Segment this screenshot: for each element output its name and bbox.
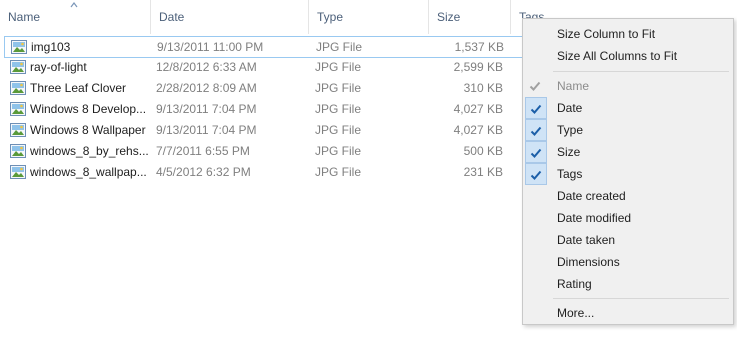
file-name: Windows 8 Develop...	[30, 102, 147, 116]
menu-item-dimensions[interactable]: Dimensions	[523, 251, 733, 273]
column-header-size-label: Size	[437, 10, 461, 24]
checkmark-icon	[525, 75, 547, 97]
file-type: JPG File	[316, 40, 363, 54]
file-type: JPG File	[315, 123, 362, 137]
menu-item-size-all-columns-to-fit[interactable]: Size All Columns to Fit	[523, 45, 733, 67]
column-header-date[interactable]: Date	[151, 0, 309, 34]
file-size: 1,537 KB	[454, 40, 504, 54]
menu-item-size-column-to-fit[interactable]: Size Column to Fit	[523, 23, 733, 45]
menu-item-date-created[interactable]: Date created	[523, 185, 733, 207]
file-type: JPG File	[315, 165, 362, 179]
file-size: 231 KB	[463, 165, 503, 179]
file-row[interactable]: windows_8_by_rehs... 7/7/2011 6:55 PM JP…	[4, 141, 524, 163]
checkmark-icon	[525, 119, 547, 141]
column-header-size[interactable]: Size	[429, 0, 511, 34]
file-type: JPG File	[315, 60, 362, 74]
menu-item-more[interactable]: More...	[523, 302, 733, 324]
checkmark-icon	[525, 97, 547, 119]
menu-item-label: Tags	[557, 167, 583, 181]
file-row[interactable]: img103 9/13/2011 11:00 PM JPG File 1,537…	[4, 36, 524, 58]
file-size: 4,027 KB	[453, 102, 503, 116]
sort-ascending-icon	[70, 1, 78, 8]
menu-item-date[interactable]: Date	[523, 97, 733, 119]
menu-item-date-modified[interactable]: Date modified	[523, 207, 733, 229]
menu-item-label: Dimensions	[557, 255, 620, 269]
menu-item-tags[interactable]: Tags	[523, 163, 733, 185]
file-row[interactable]: ray-of-light 12/8/2012 6:33 AM JPG File …	[4, 57, 524, 79]
menu-item-type[interactable]: Type	[523, 119, 733, 141]
checkmark-icon	[525, 163, 547, 185]
menu-item-label: Size All Columns to Fit	[557, 49, 678, 63]
menu-item-label: Name	[557, 79, 590, 93]
jpg-image-icon	[10, 165, 26, 179]
menu-item-label: Date modified	[557, 211, 632, 225]
file-date: 9/13/2011 7:04 PM	[156, 102, 257, 116]
menu-item-label: Date	[557, 101, 583, 115]
column-context-menu: Size Column to Fit Size All Columns to F…	[522, 18, 734, 325]
file-size: 310 KB	[463, 81, 503, 95]
file-name: img103	[31, 40, 71, 54]
file-size: 2,599 KB	[453, 60, 503, 74]
file-date: 9/13/2011 11:00 PM	[157, 40, 264, 54]
file-row[interactable]: windows_8_wallpap... 4/5/2012 6:32 PM JP…	[4, 162, 524, 184]
menu-item-label: More...	[557, 306, 595, 320]
file-date: 12/8/2012 6:33 AM	[156, 60, 257, 74]
menu-item-label: Size Column to Fit	[557, 27, 656, 41]
menu-item-label: Type	[557, 123, 584, 137]
menu-item-label: Date created	[557, 189, 626, 203]
file-date: 9/13/2011 7:04 PM	[156, 123, 257, 137]
menu-separator	[553, 71, 729, 72]
checkmark-icon	[525, 141, 547, 163]
menu-item-label: Date taken	[557, 233, 616, 247]
jpg-image-icon	[10, 81, 26, 95]
menu-item-size[interactable]: Size	[523, 141, 733, 163]
file-type: JPG File	[315, 81, 362, 95]
column-header-type[interactable]: Type	[309, 0, 429, 34]
jpg-image-icon	[10, 144, 26, 158]
jpg-image-icon	[11, 40, 27, 54]
file-row[interactable]: Windows 8 Wallpaper 9/13/2011 7:04 PM JP…	[4, 120, 524, 142]
jpg-image-icon	[10, 123, 26, 137]
file-type: JPG File	[315, 144, 362, 158]
menu-item-name: Name	[523, 75, 733, 97]
menu-separator	[553, 298, 729, 299]
menu-item-label: Rating	[557, 277, 592, 291]
file-size: 500 KB	[463, 144, 503, 158]
column-header-type-label: Type	[317, 10, 344, 24]
column-header-name[interactable]: Name	[0, 0, 151, 34]
menu-item-date-taken[interactable]: Date taken	[523, 229, 733, 251]
file-name: windows_8_wallpap...	[30, 165, 147, 179]
file-name: Windows 8 Wallpaper	[30, 123, 146, 137]
file-type: JPG File	[315, 102, 362, 116]
file-name: Three Leaf Clover	[30, 81, 127, 95]
jpg-image-icon	[10, 102, 26, 116]
file-size: 4,027 KB	[453, 123, 503, 137]
file-date: 4/5/2012 6:32 PM	[156, 165, 251, 179]
jpg-image-icon	[10, 60, 26, 74]
column-header-name-label: Name	[8, 10, 41, 24]
file-name: ray-of-light	[30, 60, 87, 74]
menu-item-rating[interactable]: Rating	[523, 273, 733, 295]
file-row[interactable]: Three Leaf Clover 2/28/2012 8:09 AM JPG …	[4, 78, 524, 100]
column-header-date-label: Date	[159, 10, 185, 24]
menu-item-label: Size	[557, 145, 581, 159]
file-date: 7/7/2011 6:55 PM	[156, 144, 250, 158]
file-row[interactable]: Windows 8 Develop... 9/13/2011 7:04 PM J…	[4, 99, 524, 121]
file-name: windows_8_by_rehs...	[30, 144, 149, 158]
file-date: 2/28/2012 8:09 AM	[156, 81, 257, 95]
